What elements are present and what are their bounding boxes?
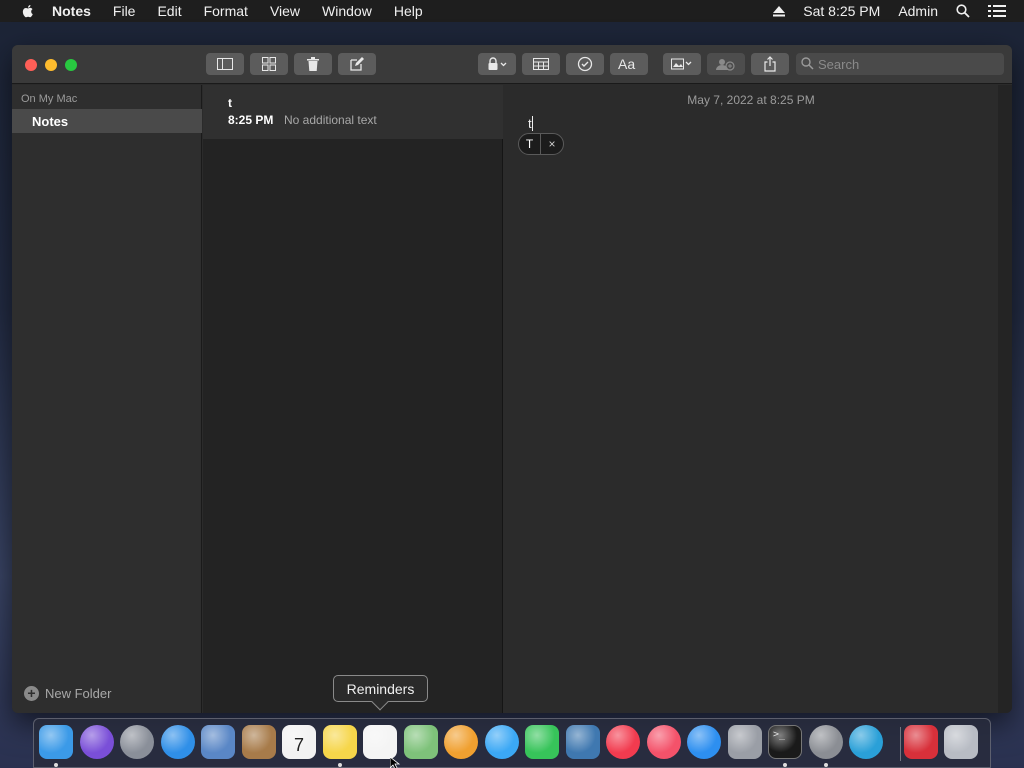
menubar-user[interactable]: Admin xyxy=(898,3,938,19)
menubar-clock[interactable]: Sat 8:25 PM xyxy=(803,3,880,19)
menu-file[interactable]: File xyxy=(113,3,136,19)
trash-icon[interactable] xyxy=(944,725,978,759)
running-indicator xyxy=(783,763,787,767)
note-list-item[interactable]: t 8:25 PM No additional text xyxy=(203,85,503,139)
menu-bar: Notes File Edit Format View Window Help … xyxy=(0,0,1024,22)
search-placeholder: Search xyxy=(818,56,860,72)
folder-sidebar: On My Mac Notes + New Folder xyxy=(12,85,202,713)
menu-help[interactable]: Help xyxy=(394,3,423,19)
system-preferences-icon[interactable] xyxy=(808,725,843,759)
text-caret xyxy=(532,116,533,131)
menu-edit[interactable]: Edit xyxy=(157,3,181,19)
new-folder-button[interactable]: + New Folder xyxy=(24,686,111,701)
toolbar: Aa Search xyxy=(12,45,1012,84)
add-media-button[interactable] xyxy=(663,53,701,75)
suggestion-accept-button[interactable]: T xyxy=(519,134,541,154)
photos-icon[interactable] xyxy=(444,725,478,759)
menu-window[interactable]: Window xyxy=(322,3,372,19)
trash-icon xyxy=(307,57,319,71)
downloads-icon[interactable] xyxy=(903,725,938,759)
zoom-window-button[interactable] xyxy=(65,59,77,71)
sidebar-icon xyxy=(217,58,233,70)
share-button[interactable] xyxy=(751,53,789,75)
siri-icon[interactable] xyxy=(79,725,114,759)
close-window-button[interactable] xyxy=(25,59,37,71)
facetime-icon[interactable] xyxy=(525,725,559,759)
reminders-icon[interactable] xyxy=(363,725,397,759)
add-people-icon xyxy=(716,59,735,71)
search-input[interactable]: Search xyxy=(796,53,1004,75)
running-indicator xyxy=(54,763,58,767)
note-list: t 8:25 PM No additional text xyxy=(203,85,503,713)
photo-icon xyxy=(671,58,692,70)
mouse-cursor-icon xyxy=(390,757,400,768)
messages-icon[interactable] xyxy=(484,725,519,759)
music-icon[interactable] xyxy=(646,725,681,759)
add-people-button[interactable] xyxy=(707,53,745,75)
menu-app-name[interactable]: Notes xyxy=(52,3,91,19)
dock-tooltip: Reminders xyxy=(333,675,428,711)
new-note-button[interactable] xyxy=(338,53,376,75)
text-format-icon: Aa xyxy=(618,57,635,71)
launchpad-icon[interactable] xyxy=(120,725,154,759)
menu-view[interactable]: View xyxy=(270,3,300,19)
running-indicator xyxy=(337,763,342,767)
disk-utility-icon[interactable] xyxy=(727,725,762,759)
sidebar-item-label: Notes xyxy=(32,113,69,129)
table-icon xyxy=(533,58,549,70)
search-icon xyxy=(801,57,814,70)
compose-icon xyxy=(350,57,364,71)
share-icon xyxy=(764,56,776,72)
mail-icon[interactable] xyxy=(201,725,235,759)
finder-icon[interactable] xyxy=(39,725,73,759)
apple-menu-icon[interactable] xyxy=(20,3,36,19)
contacts-icon[interactable] xyxy=(241,725,276,759)
grid-icon xyxy=(262,57,276,71)
checklist-icon xyxy=(577,56,593,72)
note-time: 8:25 PM xyxy=(228,113,274,127)
notes-icon[interactable] xyxy=(322,725,357,759)
svg-text:Aa: Aa xyxy=(618,57,635,71)
news-icon[interactable] xyxy=(606,725,640,759)
calendar-icon[interactable]: 7 xyxy=(282,725,316,759)
new-folder-label: New Folder xyxy=(45,686,112,701)
note-date: May 7, 2022 at 8:25 PM xyxy=(687,93,815,107)
edge-icon[interactable] xyxy=(849,725,883,759)
gallery-view-button[interactable] xyxy=(250,53,288,75)
safari-icon[interactable] xyxy=(160,725,195,759)
toggle-sidebar-button[interactable] xyxy=(206,53,244,75)
python-icon[interactable] xyxy=(565,725,600,759)
running-indicator xyxy=(823,763,828,767)
suggestion-dismiss-button[interactable]: × xyxy=(541,137,563,151)
dock: 7 >_ xyxy=(33,718,991,768)
note-preview: No additional text xyxy=(284,113,377,127)
eject-icon[interactable] xyxy=(773,5,786,17)
sidebar-section-title: On My Mac xyxy=(21,93,78,105)
notes-window: Aa Search On My Mac Notes + New Folder t xyxy=(12,45,1012,713)
insert-table-button[interactable] xyxy=(522,53,560,75)
autocorrect-suggestion: T × xyxy=(518,133,564,155)
plus-icon: + xyxy=(24,686,39,701)
sidebar-item-notes[interactable]: Notes xyxy=(12,109,202,133)
editor-scrollbar-track xyxy=(998,85,1012,713)
lock-note-button[interactable] xyxy=(478,53,516,75)
menu-format[interactable]: Format xyxy=(204,3,248,19)
delete-note-button[interactable] xyxy=(294,53,332,75)
spotlight-icon[interactable] xyxy=(956,4,970,18)
maps-icon[interactable] xyxy=(403,725,438,759)
note-editor[interactable]: May 7, 2022 at 8:25 PM t T × xyxy=(504,85,998,713)
checklist-button[interactable] xyxy=(566,53,604,75)
app-store-icon[interactable] xyxy=(687,725,721,759)
terminal-icon[interactable]: >_ xyxy=(768,725,802,759)
control-center-icon[interactable] xyxy=(988,4,1006,18)
minimize-window-button[interactable] xyxy=(45,59,57,71)
lock-icon xyxy=(488,57,507,70)
dock-separator xyxy=(900,727,901,761)
note-title: t xyxy=(228,96,232,110)
text-format-button[interactable]: Aa xyxy=(610,53,648,75)
